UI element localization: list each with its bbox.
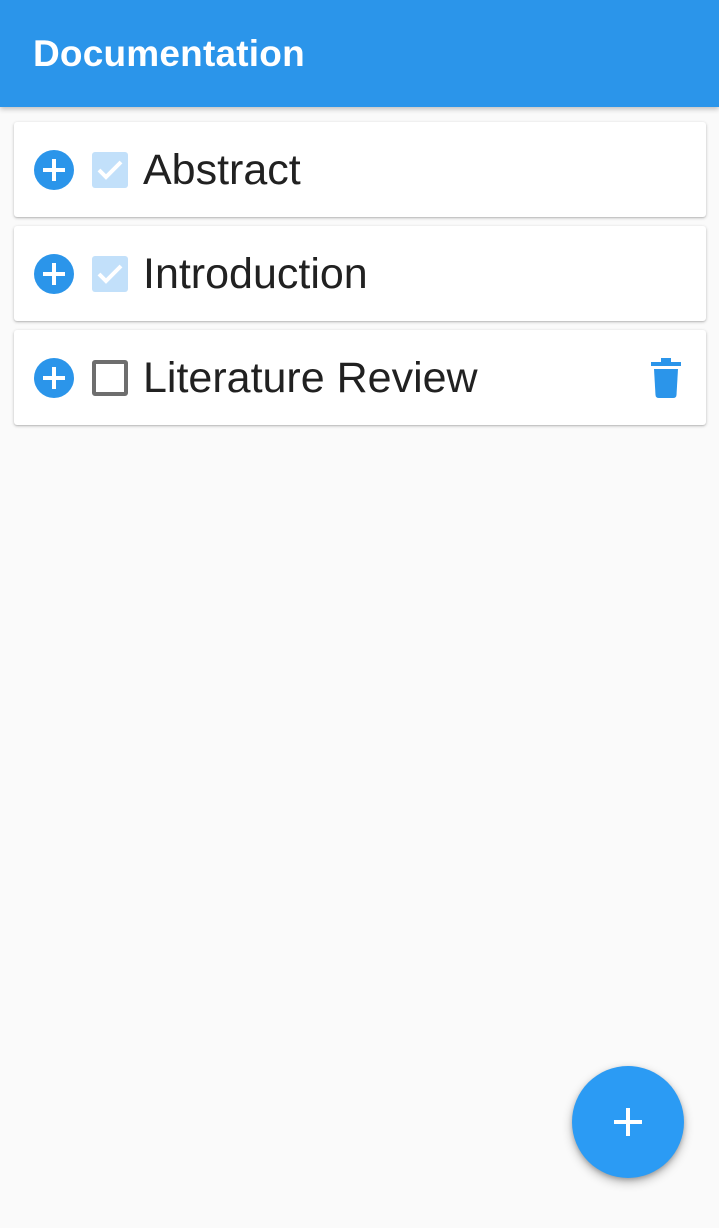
delete-section-button[interactable] bbox=[651, 358, 681, 398]
section-card-introduction[interactable]: Introduction bbox=[14, 226, 706, 321]
checkbox-checked-icon bbox=[97, 264, 123, 284]
section-list: Abstract Introduction Literature Review bbox=[14, 122, 706, 434]
checkbox-checked-icon bbox=[97, 160, 123, 180]
app-screen: Documentation Abstract Introduction Lite… bbox=[0, 0, 719, 1228]
app-bar: Documentation bbox=[0, 0, 719, 107]
plus-circle-icon bbox=[43, 367, 65, 389]
section-card-literature-review[interactable]: Literature Review bbox=[14, 330, 706, 425]
section-card-abstract[interactable]: Abstract bbox=[14, 122, 706, 217]
section-checkbox[interactable] bbox=[92, 152, 128, 188]
section-checkbox[interactable] bbox=[92, 256, 128, 292]
section-label: Literature Review bbox=[143, 354, 478, 402]
section-checkbox[interactable] bbox=[92, 360, 128, 396]
trash-icon bbox=[651, 358, 681, 398]
add-subsection-button[interactable] bbox=[34, 254, 74, 294]
add-subsection-button[interactable] bbox=[34, 358, 74, 398]
plus-circle-icon bbox=[43, 263, 65, 285]
add-section-fab[interactable] bbox=[572, 1066, 684, 1178]
section-label: Introduction bbox=[143, 250, 368, 298]
plus-icon bbox=[614, 1108, 642, 1136]
section-label: Abstract bbox=[143, 146, 301, 194]
plus-circle-icon bbox=[43, 159, 65, 181]
page-title: Documentation bbox=[33, 33, 305, 74]
add-subsection-button[interactable] bbox=[34, 150, 74, 190]
